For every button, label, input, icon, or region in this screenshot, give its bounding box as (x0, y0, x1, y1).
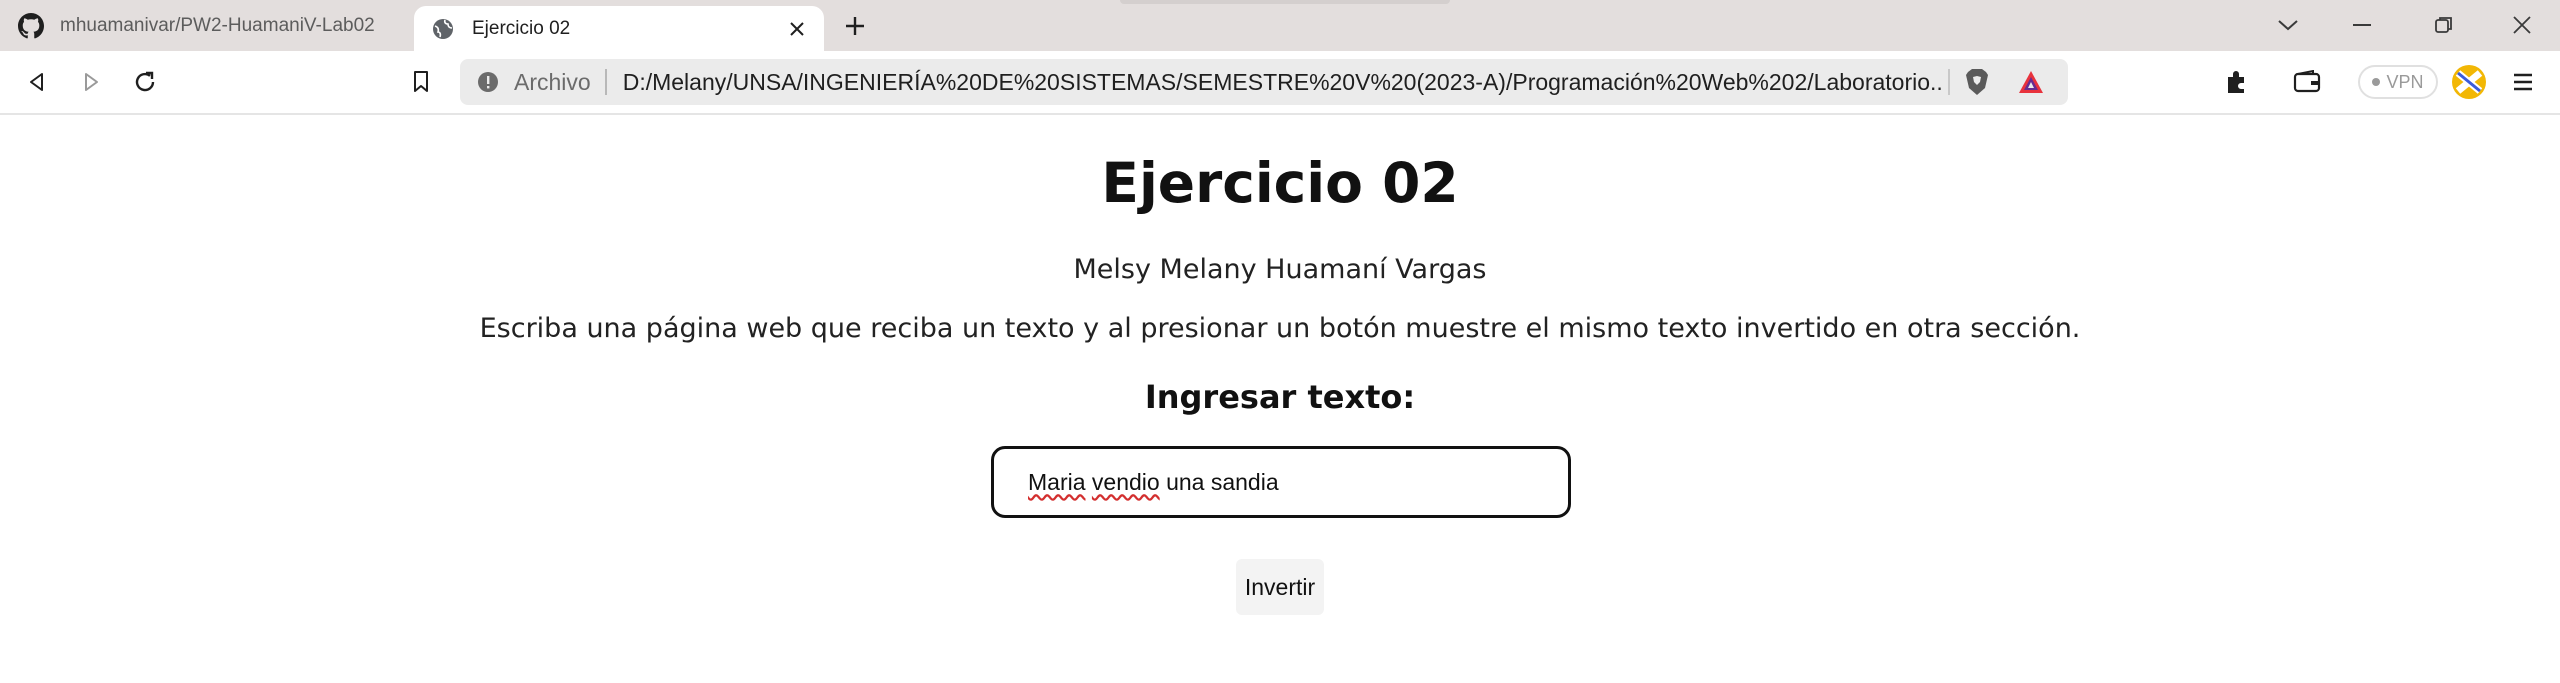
divider (1948, 69, 1950, 95)
forward-icon[interactable] (72, 63, 110, 101)
url-text[interactable]: D:/Melany/UNSA/INGENIERÍA%20DE%20SISTEMA… (623, 69, 1943, 96)
address-bar[interactable]: Archivo D:/Melany/UNSA/INGENIERÍA%20DE%2… (460, 59, 2068, 105)
author-name: Melsy Melany Huamaní Vargas (1073, 254, 1487, 285)
input-word-misspelled: vendio (1091, 468, 1160, 495)
url-scheme-label: Archivo (514, 68, 591, 95)
github-icon (16, 11, 46, 41)
invert-button[interactable]: Invertir (1236, 559, 1324, 615)
exercise-description: Escriba una página web que reciba un tex… (479, 313, 2081, 344)
menu-icon[interactable] (2504, 63, 2542, 101)
tab-title: Ejercicio 02 (472, 17, 571, 39)
tab-search-icon[interactable] (2268, 8, 2308, 42)
close-tab-icon[interactable] (784, 16, 810, 42)
tab-title: mhuamanivar/PW2-HuamaniV-Lab02 (60, 14, 375, 36)
reload-icon[interactable] (126, 63, 164, 101)
minimize-icon[interactable] (2342, 8, 2382, 42)
restore-icon[interactable] (2424, 8, 2464, 42)
close-window-icon[interactable] (2502, 8, 2542, 42)
tab-ejercicio-02[interactable]: Ejercicio 02 (414, 6, 824, 51)
text-input[interactable]: Maria vendio una sandia (991, 446, 1571, 518)
extensions-icon[interactable] (2218, 63, 2256, 101)
page-title: Ejercicio 02 (1101, 151, 1459, 215)
brave-rewards-icon[interactable] (2016, 67, 2046, 97)
browser-toolbar: Archivo D:/Melany/UNSA/INGENIERÍA%20DE%2… (0, 51, 2560, 115)
wallet-icon[interactable] (2288, 63, 2326, 101)
vpn-status-dot (2372, 78, 2381, 86)
globe-icon (428, 14, 458, 44)
input-word: una sandia (1166, 468, 1279, 495)
input-word-misspelled: Maria (1028, 468, 1086, 495)
input-label: Ingresar texto: (1144, 378, 1416, 416)
divider (604, 69, 607, 95)
site-info-icon[interactable] (476, 70, 500, 94)
vpn-button[interactable]: VPN (2358, 65, 2438, 99)
profile-avatar-icon[interactable] (2450, 63, 2488, 101)
tab-strip-highlight (1120, 0, 1450, 4)
tab-strip: mhuamanivar/PW2-HuamaniV-Lab02 Ejercicio… (0, 0, 2560, 51)
brave-shields-icon[interactable] (1962, 67, 1992, 97)
new-tab-button[interactable] (838, 10, 872, 42)
bookmark-icon[interactable] (402, 63, 440, 101)
page-content: Ejercicio 02 Melsy Melany Huamaní Vargas… (0, 115, 2560, 683)
vpn-label: VPN (2386, 71, 2424, 92)
back-icon[interactable] (18, 63, 56, 101)
tab-github-repo[interactable]: mhuamanivar/PW2-HuamaniV-Lab02 (0, 0, 410, 51)
